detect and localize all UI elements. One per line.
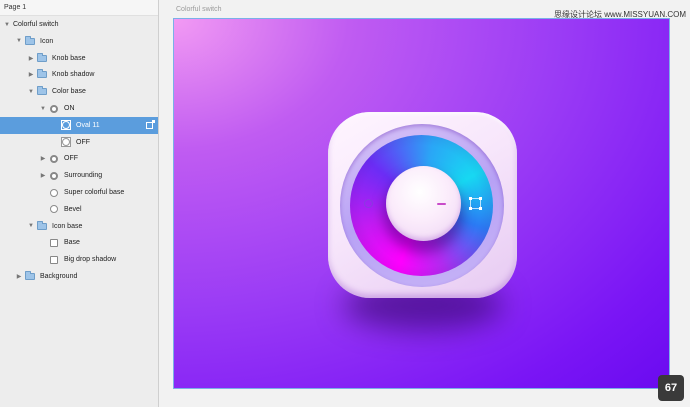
layer-row[interactable]: ▶ Knob shadow (0, 66, 158, 83)
layer-row[interactable]: ▼ Colorful switch (0, 16, 158, 33)
layer-label: Icon (40, 37, 54, 45)
artboard-label[interactable]: Colorful switch (176, 6, 222, 13)
oval-group-icon (49, 171, 59, 180)
layer-label: Icon base (52, 222, 83, 230)
layer-row[interactable]: ▼ Icon (0, 33, 158, 50)
layer-label: Knob shadow (52, 71, 95, 79)
folder-icon (37, 86, 47, 96)
page-selector[interactable]: Page 1 (0, 0, 158, 16)
folder-icon (25, 35, 35, 46)
disclosure-expanded-icon[interactable]: ▼ (3, 21, 11, 29)
oval-group-icon (49, 154, 59, 163)
layer-row[interactable]: OFF (0, 134, 158, 151)
folder-icon (37, 220, 47, 231)
oval-group-icon (49, 104, 59, 113)
layer-label: Oval 11 (76, 121, 100, 129)
layer-row[interactable]: ▶ Knob base (0, 50, 158, 67)
layer-label: Bevel (64, 205, 82, 213)
folder-icon (37, 52, 47, 63)
folder-icon (37, 69, 47, 79)
disclosure-expanded-icon[interactable]: ▼ (39, 105, 47, 113)
layer-label: ON (64, 105, 75, 112)
oval-icon (49, 188, 59, 197)
layer-label: Super colorful base (64, 189, 125, 196)
layer-row[interactable]: ▼ ON (0, 100, 158, 117)
disclosure-collapsed-icon[interactable]: ▶ (27, 71, 35, 79)
layer-row[interactable]: Bevel (0, 201, 158, 218)
off-indicator-icon (364, 199, 373, 208)
layer-row[interactable]: Base (0, 234, 158, 251)
oval-11-selection-handles-icon[interactable] (469, 197, 482, 210)
disclosure-expanded-icon[interactable]: ▼ (15, 37, 23, 45)
layer-row[interactable]: Big drop shadow (0, 251, 158, 268)
layers-panel: Page 1 ▼ Colorful switch ▼ Icon ▶ Knob base ▶ K… (0, 0, 159, 407)
layer-row[interactable]: ▼ Color base (0, 83, 158, 100)
layer-label: Color base (52, 88, 86, 96)
layer-label: Colorful switch (13, 21, 59, 28)
oval-thumb-icon (61, 137, 71, 148)
layer-row[interactable]: ▶ Background (0, 268, 158, 285)
layer-row[interactable]: ▶ Surrounding (0, 167, 158, 184)
layer-row[interactable]: Oval 11 (0, 116, 158, 134)
zoom-badge[interactable]: 67 (658, 375, 684, 401)
layer-label: Big drop shadow (64, 256, 117, 264)
layer-options-icon[interactable] (146, 119, 155, 129)
layer-row[interactable]: ▼ Icon base (0, 218, 158, 235)
rect-icon (49, 238, 59, 247)
layer-label: OFF (76, 138, 90, 146)
disclosure-collapsed-icon[interactable]: ▶ (39, 172, 47, 180)
layer-row[interactable]: Super colorful base (0, 184, 158, 201)
disclosure-collapsed-icon[interactable]: ▶ (39, 155, 47, 163)
layer-row[interactable]: ▶ OFF (0, 150, 158, 167)
knob-base[interactable] (386, 166, 461, 241)
layer-label: Background (40, 273, 78, 280)
disclosure-collapsed-icon[interactable]: ▶ (15, 273, 23, 281)
knob-indicator-icon (437, 203, 446, 205)
layer-label: Knob base (52, 54, 86, 62)
oval-icon (49, 205, 59, 214)
oval-thumb-icon (61, 120, 71, 131)
layer-label: Base (64, 239, 80, 247)
rect-icon (49, 255, 59, 264)
layer-label: Surrounding (64, 172, 103, 180)
disclosure-expanded-icon[interactable]: ▼ (27, 222, 35, 230)
layer-label: OFF (64, 155, 78, 163)
disclosure-expanded-icon[interactable]: ▼ (27, 88, 35, 96)
disclosure-collapsed-icon[interactable]: ▶ (27, 54, 35, 62)
folder-icon (25, 271, 35, 281)
